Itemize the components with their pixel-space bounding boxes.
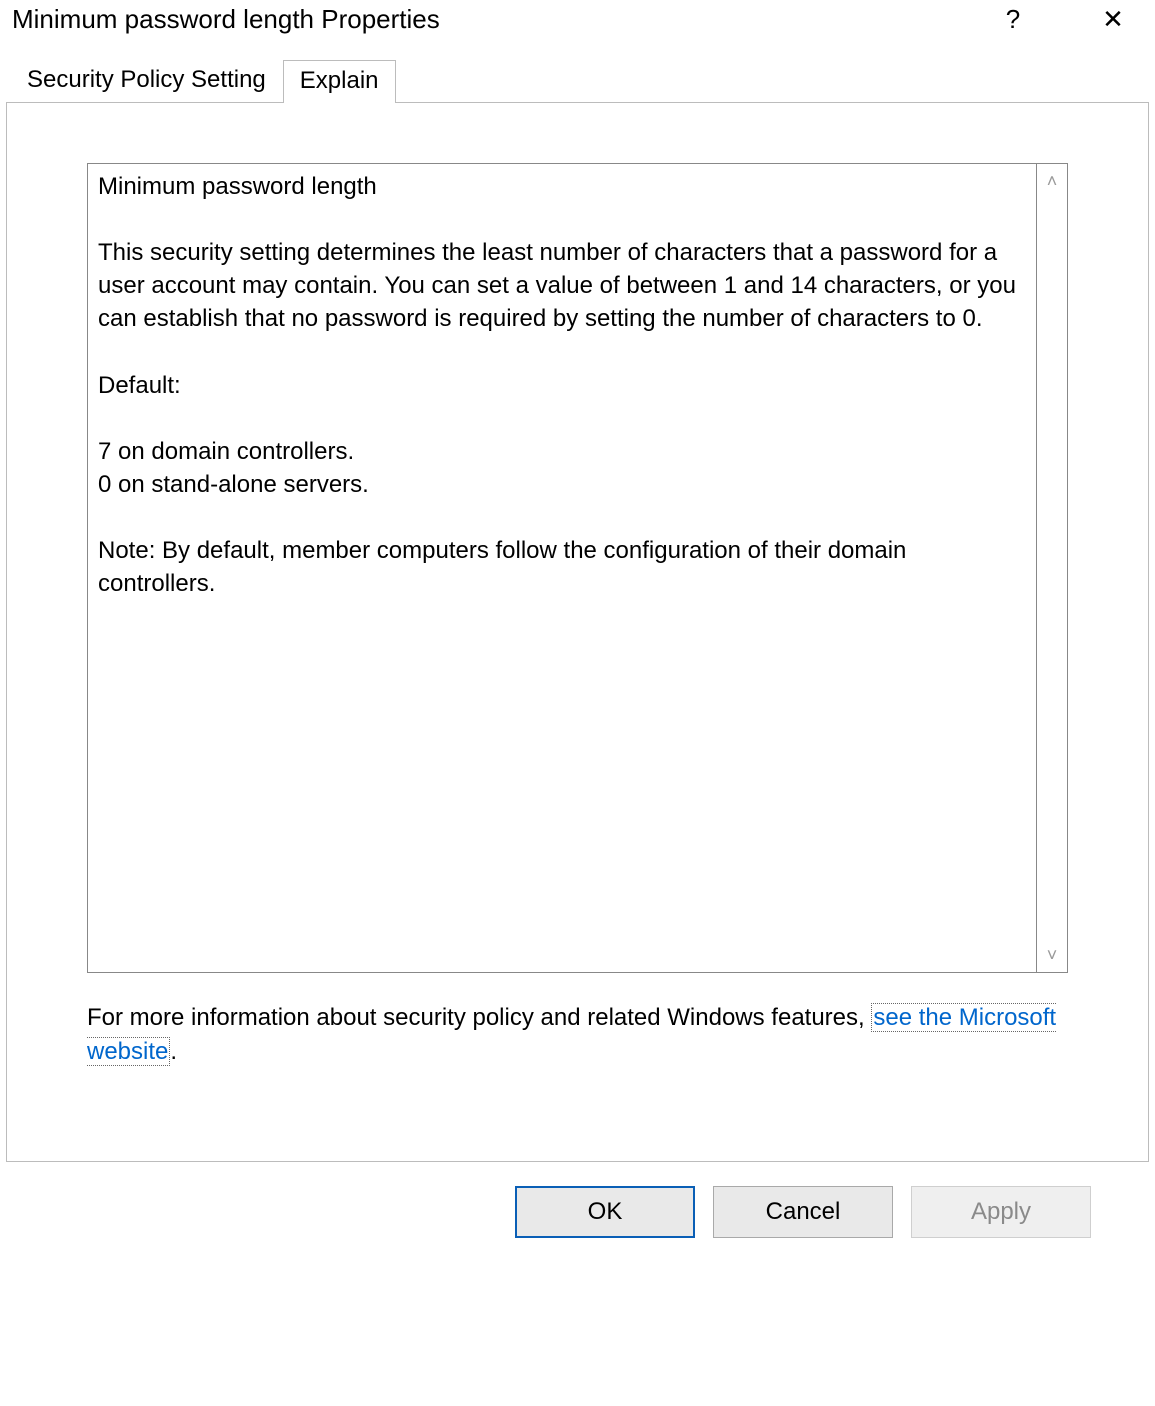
scroll-down-icon[interactable]: ˅ — [1047, 938, 1058, 972]
explain-text: Minimum password length This security se… — [87, 163, 1037, 973]
window-title: Minimum password length Properties — [12, 4, 943, 35]
tabstrip: Security Policy Setting Explain — [0, 59, 1155, 102]
ok-button[interactable]: OK — [515, 1186, 695, 1238]
tab-panel-explain: Minimum password length This security se… — [6, 102, 1149, 1162]
scrollbar[interactable]: ˄ ˅ — [1037, 163, 1068, 973]
dialog-button-row: OK Cancel Apply — [0, 1162, 1155, 1262]
tab-explain[interactable]: Explain — [283, 60, 396, 103]
more-info-text: For more information about security poli… — [87, 1001, 1068, 1068]
more-info-prefix: For more information about security poli… — [87, 1004, 871, 1031]
tab-security-policy-setting[interactable]: Security Policy Setting — [10, 59, 283, 102]
apply-button[interactable]: Apply — [911, 1186, 1091, 1238]
titlebar: Minimum password length Properties ? ✕ — [0, 0, 1155, 59]
more-info-suffix: . — [170, 1038, 177, 1065]
cancel-button[interactable]: Cancel — [713, 1186, 893, 1238]
scroll-up-icon[interactable]: ˄ — [1047, 164, 1058, 198]
close-icon[interactable]: ✕ — [1083, 12, 1143, 28]
explain-text-area: Minimum password length This security se… — [87, 163, 1068, 973]
help-icon[interactable]: ? — [983, 4, 1043, 35]
